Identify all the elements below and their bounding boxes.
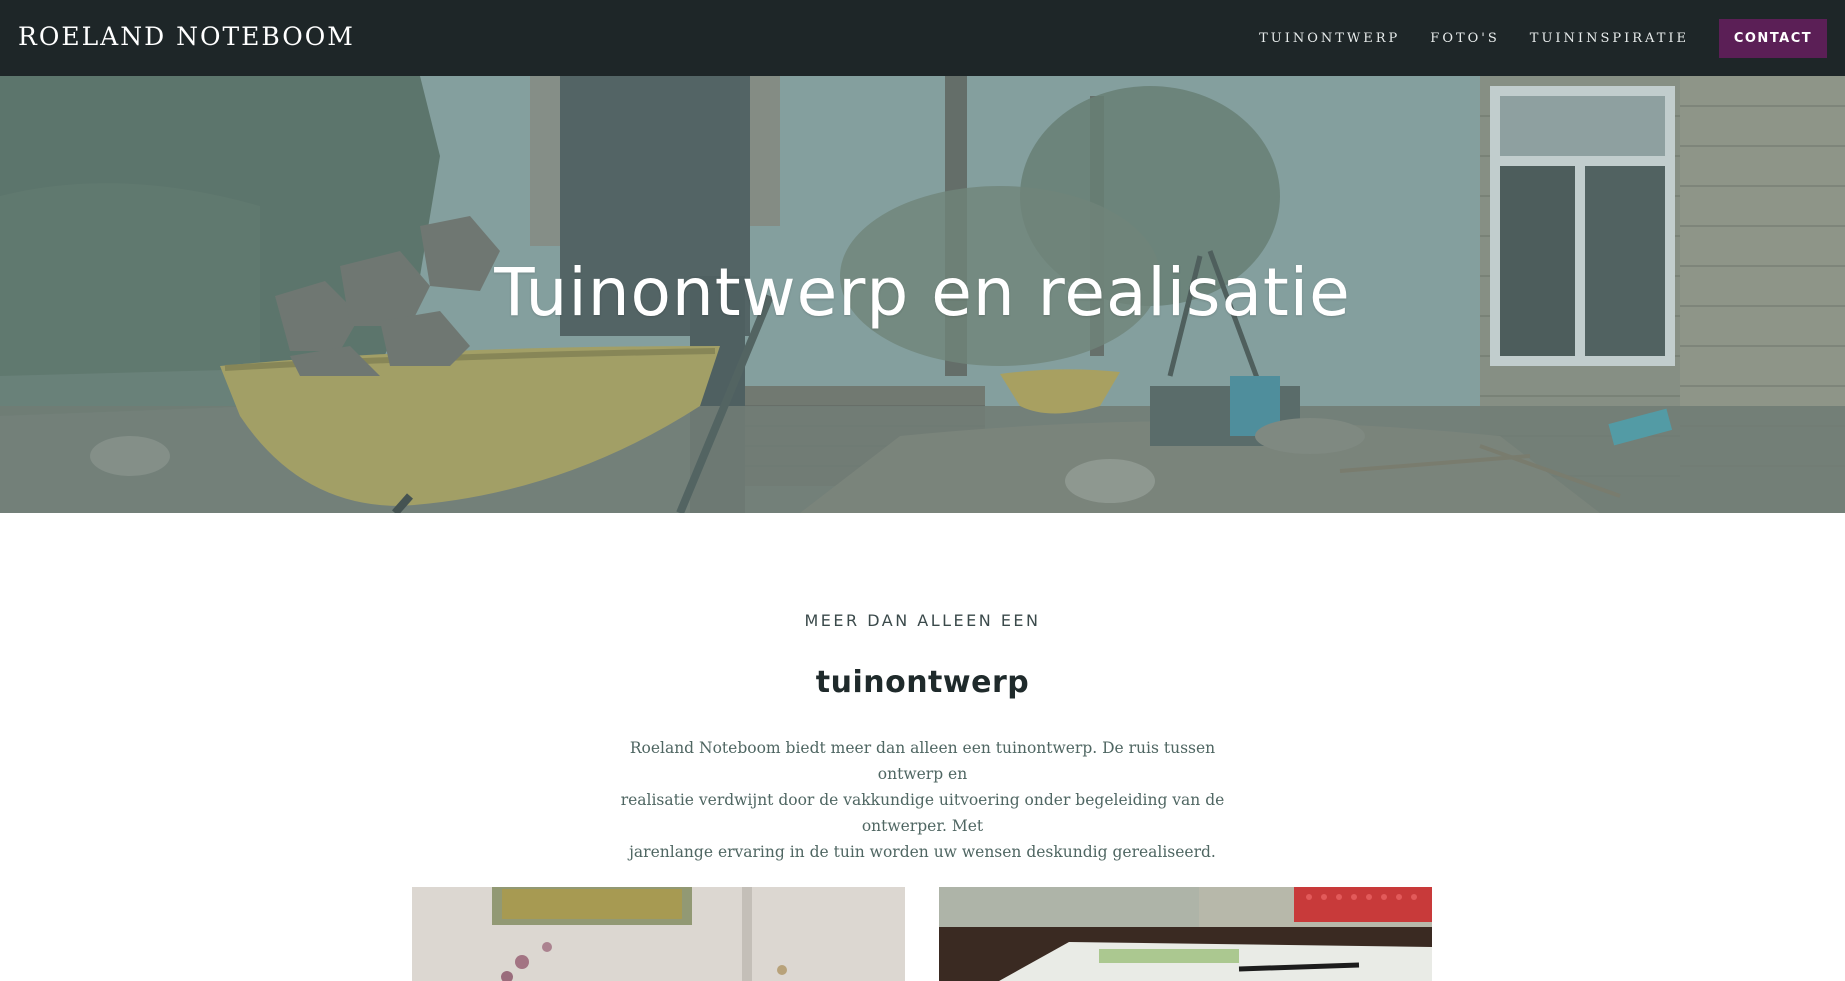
card-image-interior (412, 887, 905, 981)
image-card-left[interactable] (412, 887, 905, 981)
card-image-drawing-table (939, 887, 1432, 981)
intro-line: jarenlange ervaring in de tuin worden uw… (629, 843, 1216, 861)
main-nav: TUINONTWERP FOTO'S TUININSPIRATIE CONTAC… (1259, 0, 1827, 76)
nav-link-fotos[interactable]: FOTO'S (1430, 31, 1500, 46)
hero-banner: Tuinontwerp en realisatie (0, 76, 1845, 513)
site-header: ROELAND NOTEBOOM TUINONTWERP FOTO'S TUIN… (0, 0, 1845, 76)
hero-title: Tuinontwerp en realisatie (494, 254, 1351, 331)
contact-button[interactable]: CONTACT (1719, 18, 1827, 58)
intro-eyebrow: MEER DAN ALLEEN EEN (804, 611, 1041, 630)
nav-link-tuininspiratie[interactable]: TUININSPIRATIE (1530, 31, 1689, 46)
image-card-right[interactable] (939, 887, 1432, 981)
intro-paragraph: Roeland Noteboom biedt meer dan alleen e… (595, 735, 1250, 865)
intro-line: realisatie verdwijnt door de vakkundige … (620, 791, 1225, 835)
nav-link-tuinontwerp[interactable]: TUINONTWERP (1259, 31, 1400, 46)
intro-title: tuinontwerp (815, 665, 1030, 700)
site-logo[interactable]: ROELAND NOTEBOOM (18, 22, 355, 51)
intro-line: Roeland Noteboom biedt meer dan alleen e… (629, 739, 1216, 783)
